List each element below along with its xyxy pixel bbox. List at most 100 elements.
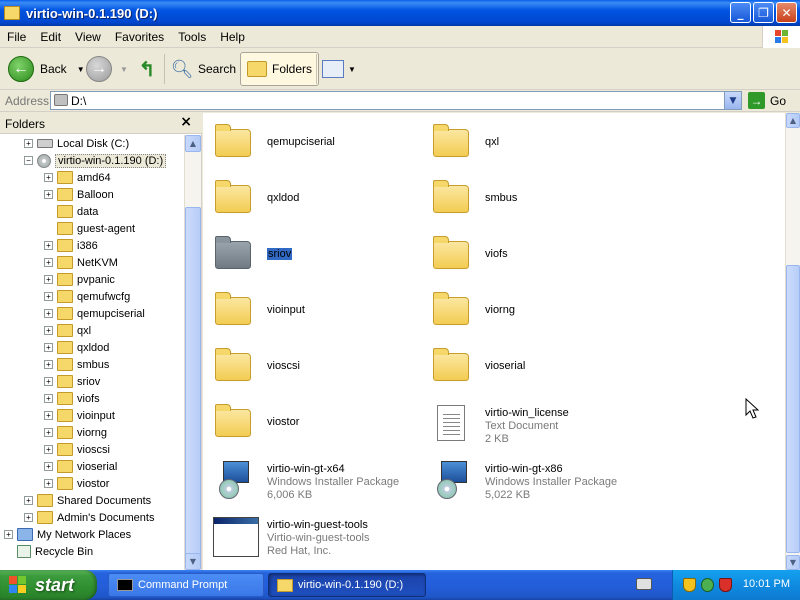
scroll-thumb[interactable] — [786, 265, 800, 553]
folders-button[interactable]: Folders — [240, 52, 320, 86]
address-dropdown-icon[interactable]: ▼ — [724, 92, 741, 109]
file-item[interactable]: viorng — [427, 285, 637, 337]
security-alert-icon[interactable] — [719, 578, 732, 592]
scroll-down-icon[interactable]: ▼ — [786, 555, 800, 570]
file-item[interactable]: virtio-win-guest-tools Virtio-win-guest-t… — [209, 509, 419, 561]
go-button[interactable]: → Go — [748, 92, 786, 109]
forward-button[interactable]: → ▼ — [86, 52, 128, 86]
expand-icon[interactable]: + — [44, 479, 53, 488]
expand-icon[interactable]: + — [44, 326, 53, 335]
menu-edit[interactable]: Edit — [33, 30, 68, 44]
expand-icon[interactable]: + — [44, 241, 53, 250]
menu-favorites[interactable]: Favorites — [108, 30, 171, 44]
file-item[interactable]: sriov — [209, 229, 419, 281]
expand-icon[interactable]: + — [4, 530, 13, 539]
tree-item[interactable]: + vioscsi — [44, 441, 110, 458]
tree-item[interactable]: + viorng — [44, 424, 107, 441]
file-item[interactable]: virtio-win-gt-x86 Windows Installer Packa… — [427, 453, 637, 505]
tree-item[interactable]: + vioinput — [44, 407, 115, 424]
expand-icon[interactable]: + — [44, 377, 53, 386]
tree-item[interactable]: data — [44, 203, 98, 220]
expand-icon[interactable]: + — [44, 445, 53, 454]
views-button[interactable]: ▼ — [322, 52, 356, 86]
search-button[interactable]: 🔍︎ Search — [170, 52, 236, 86]
expand-icon[interactable]: + — [44, 258, 53, 267]
expand-icon[interactable]: + — [44, 462, 53, 471]
close-icon[interactable]: × — [180, 114, 192, 130]
title-bar[interactable]: virtio-win-0.1.190 (D:) _ ❐ ✕ — [0, 0, 800, 26]
menu-file[interactable]: File — [0, 30, 33, 44]
tree-item[interactable]: + Balloon — [44, 186, 114, 203]
tree-item[interactable]: + qxl — [44, 322, 91, 339]
tree-item[interactable]: + amd64 — [44, 169, 111, 186]
tree-item[interactable]: + qemupciserial — [44, 305, 145, 322]
file-item[interactable]: vioinput — [209, 285, 419, 337]
file-item[interactable]: vioscsi — [209, 341, 419, 393]
up-button[interactable]: ↰ — [135, 52, 159, 86]
network-icon[interactable] — [701, 578, 714, 592]
tree-item[interactable]: + qemufwcfg — [44, 288, 130, 305]
collapse-icon[interactable]: − — [24, 156, 33, 165]
expand-icon[interactable]: + — [44, 292, 53, 301]
file-item[interactable]: virtio-win_license Text Document 2 KB — [427, 397, 637, 449]
file-item[interactable]: vioserial — [427, 341, 637, 393]
scroll-down-icon[interactable]: ▼ — [185, 553, 201, 570]
expand-icon[interactable]: + — [44, 394, 53, 403]
expand-icon[interactable]: + — [44, 173, 53, 182]
menu-tools[interactable]: Tools — [171, 30, 213, 44]
expand-icon[interactable]: + — [24, 513, 33, 522]
file-item[interactable]: qxl — [427, 117, 637, 169]
tree-item[interactable]: guest-agent — [44, 220, 135, 237]
tree-item[interactable]: + Shared Documents — [24, 492, 151, 509]
menu-help[interactable]: Help — [213, 30, 252, 44]
taskbar-button-explorer[interactable]: virtio-win-0.1.190 (D:) — [268, 573, 426, 597]
taskbar-button-command-prompt[interactable]: Command Prompt — [108, 573, 264, 597]
tree-item[interactable]: + qxldod — [44, 339, 109, 356]
clock[interactable]: 10:01 PM — [743, 578, 790, 590]
tree-item[interactable]: + Local Disk (C:) — [24, 135, 129, 152]
back-dropdown-icon[interactable]: ▼ — [77, 65, 85, 74]
folders-scrollbar[interactable]: ▲ ▼ — [184, 135, 201, 570]
back-button[interactable]: ← Back ▼ — [8, 52, 85, 86]
expand-icon[interactable]: + — [44, 309, 53, 318]
minimize-button[interactable]: _ — [730, 2, 751, 23]
tree-item[interactable]: + vioserial — [44, 458, 117, 475]
scroll-up-icon[interactable]: ▲ — [185, 135, 201, 152]
scroll-up-icon[interactable]: ▲ — [786, 113, 800, 128]
restore-button[interactable]: ❐ — [753, 2, 774, 23]
keyboard-icon[interactable] — [636, 578, 652, 590]
tree-item[interactable]: + viostor — [44, 475, 109, 492]
tree-item[interactable]: + viofs — [44, 390, 100, 407]
expand-icon[interactable]: + — [44, 411, 53, 420]
expand-icon[interactable]: + — [44, 343, 53, 352]
address-input[interactable]: D:\ ▼ — [50, 91, 742, 110]
file-item[interactable]: smbus — [427, 173, 637, 225]
tree-item[interactable]: + pvpanic — [44, 271, 115, 288]
expand-icon[interactable]: + — [44, 190, 53, 199]
file-item[interactable]: qemupciserial — [209, 117, 419, 169]
tree-item[interactable]: + sriov — [44, 373, 100, 390]
forward-dropdown-icon[interactable]: ▼ — [120, 65, 128, 74]
file-item[interactable]: qxldod — [209, 173, 419, 225]
scroll-thumb[interactable] — [185, 207, 201, 567]
expand-icon[interactable]: + — [44, 360, 53, 369]
security-shield-icon[interactable] — [683, 578, 696, 592]
tree-item[interactable]: − virtio-win-0.1.190 (D:) — [24, 152, 167, 169]
expand-icon[interactable]: + — [24, 139, 33, 148]
expand-icon[interactable]: + — [24, 496, 33, 505]
file-item[interactable]: virtio-win-gt-x64 Windows Installer Packa… — [209, 453, 419, 505]
menu-view[interactable]: View — [68, 30, 108, 44]
tree-item[interactable]: + smbus — [44, 356, 109, 373]
close-button[interactable]: ✕ — [776, 2, 797, 23]
start-button[interactable]: start — [0, 570, 97, 600]
views-dropdown-icon[interactable]: ▼ — [348, 65, 356, 74]
tree-item[interactable]: + My Network Places — [4, 526, 131, 543]
tree-item[interactable]: Recycle Bin — [4, 543, 93, 560]
tree-item[interactable]: + i386 — [44, 237, 98, 254]
expand-icon[interactable]: + — [44, 275, 53, 284]
expand-icon[interactable]: + — [44, 428, 53, 437]
file-item[interactable]: viofs — [427, 229, 637, 281]
file-item[interactable]: viostor — [209, 397, 419, 449]
tree-item[interactable]: + NetKVM — [44, 254, 118, 271]
tree-item[interactable]: + Admin's Documents — [24, 509, 154, 526]
